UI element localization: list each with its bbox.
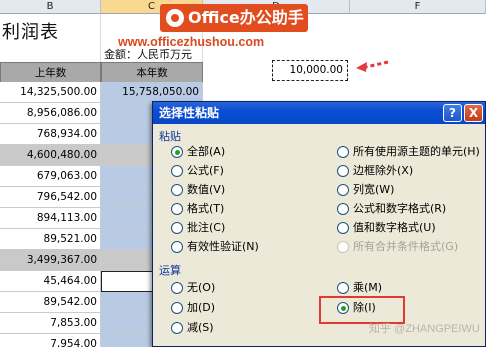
header-curr-year[interactable]: 本年数 xyxy=(101,62,203,83)
radio-label: 列宽(W) xyxy=(353,183,395,196)
radio-option[interactable]: 加(D) xyxy=(171,300,215,316)
sheet-title[interactable]: 利润表 xyxy=(2,18,59,44)
radio-selected-icon xyxy=(171,146,183,158)
dialog-titlebar[interactable]: 选择性粘贴 ? X xyxy=(153,102,485,124)
radio-icon xyxy=(171,282,183,294)
radio-option[interactable]: 乘(M) xyxy=(337,280,382,296)
close-button[interactable]: X xyxy=(464,104,483,122)
radio-icon xyxy=(171,222,183,234)
header-prev-year[interactable]: 上年数 xyxy=(0,62,101,83)
watermark-banner: Office办公助手 xyxy=(160,4,308,32)
radio-icon xyxy=(337,222,349,234)
radio-icon xyxy=(337,165,349,177)
cell-prev-year[interactable]: 7,954.00 xyxy=(0,334,101,347)
radio-option[interactable]: 格式(T) xyxy=(171,201,224,217)
arrow-icon xyxy=(356,60,389,72)
cell-prev-year[interactable]: 4,600,480.00 xyxy=(0,145,101,166)
cell-prev-year[interactable]: 89,542.00 xyxy=(0,292,101,313)
radio-option[interactable]: 列宽(W) xyxy=(337,182,394,198)
cell-prev-year[interactable]: 7,853.00 xyxy=(0,313,101,334)
zhihu-watermark: 知乎 @ZHANGPEIWU xyxy=(369,323,480,335)
radio-label: 所有使用源主题的单元(H) xyxy=(353,145,480,158)
radio-option[interactable]: 边框除外(X) xyxy=(337,163,413,179)
radio-option[interactable]: 值和数字格式(U) xyxy=(337,220,436,236)
radio-option[interactable]: 全部(A) xyxy=(171,144,225,160)
cell-prev-year[interactable]: 894,113.00 xyxy=(0,208,101,229)
watermark-url: www.officezhushou.com xyxy=(118,35,265,49)
radio-icon xyxy=(337,146,349,158)
cell-prev-year[interactable]: 8,956,086.00 xyxy=(0,103,101,124)
radio-label: 加(D) xyxy=(187,301,216,314)
column-header-b[interactable]: B xyxy=(0,0,101,14)
radio-icon xyxy=(337,282,349,294)
radio-option[interactable]: 所有使用源主题的单元(H) xyxy=(337,144,480,160)
radio-option[interactable]: 有效性验证(N) xyxy=(171,239,259,255)
column-header-f[interactable]: F xyxy=(350,0,486,14)
radio-icon xyxy=(171,165,183,177)
operation-section-label: 运算 xyxy=(159,264,181,277)
radio-label: 乘(M) xyxy=(353,281,383,294)
radio-label: 减(S) xyxy=(187,321,214,334)
radio-label: 数值(V) xyxy=(187,183,226,196)
radio-option[interactable]: 公式(F) xyxy=(171,163,224,179)
radio-icon xyxy=(171,184,183,196)
radio-icon xyxy=(337,203,349,215)
copied-cell[interactable]: 10,000.00 xyxy=(272,60,348,81)
cell-prev-year[interactable]: 679,063.00 xyxy=(0,166,101,187)
radio-icon xyxy=(171,203,183,215)
cell-prev-year[interactable]: 796,542.00 xyxy=(0,187,101,208)
radio-icon xyxy=(171,322,183,334)
cell-prev-year[interactable]: 14,325,500.00 xyxy=(0,82,101,103)
radio-label: 全部(A) xyxy=(187,145,226,158)
radio-option[interactable]: 无(O) xyxy=(171,280,215,296)
banner-text: Office办公助手 xyxy=(188,8,304,27)
radio-label: 边框除外(X) xyxy=(353,164,414,177)
paste-special-dialog: 选择性粘贴 ? X 粘贴 全部(A) 公式(F) 数值(V) 格式(T) 批注(C) 有效… xyxy=(152,101,486,347)
help-button[interactable]: ? xyxy=(443,104,462,122)
radio-label: 有效性验证(N) xyxy=(187,240,259,253)
radio-icon xyxy=(171,241,183,253)
radio-option[interactable]: 减(S) xyxy=(171,320,214,336)
radio-label: 公式(F) xyxy=(187,164,224,177)
radio-icon xyxy=(337,184,349,196)
radio-option: 所有合并条件格式(G) xyxy=(337,239,458,255)
radio-option[interactable]: 公式和数字格式(R) xyxy=(337,201,446,217)
radio-label: 格式(T) xyxy=(187,202,225,215)
radio-label: 公式和数字格式(R) xyxy=(353,202,447,215)
cell-prev-year[interactable]: 89,521.00 xyxy=(0,229,101,250)
cell-prev-year[interactable]: 45,464.00 xyxy=(0,271,101,292)
radio-label: 值和数字格式(U) xyxy=(353,221,436,234)
radio-label: 批注(C) xyxy=(187,221,226,234)
paste-section-label: 粘贴 xyxy=(159,130,181,143)
cell-prev-year[interactable]: 3,499,367.00 xyxy=(0,250,101,271)
dialog-title: 选择性粘贴 xyxy=(159,106,220,120)
cell-curr-year[interactable]: 15,758,050.00 xyxy=(101,82,203,103)
radio-option[interactable]: 批注(C) xyxy=(171,220,225,236)
radio-label: 所有合并条件格式(G) xyxy=(353,240,459,253)
radio-icon xyxy=(171,302,183,314)
radio-label: 无(O) xyxy=(187,281,216,294)
radio-icon xyxy=(337,241,349,253)
cell-prev-year[interactable]: 768,934.00 xyxy=(0,124,101,145)
office-logo-icon xyxy=(166,9,184,27)
radio-option[interactable]: 数值(V) xyxy=(171,182,225,198)
